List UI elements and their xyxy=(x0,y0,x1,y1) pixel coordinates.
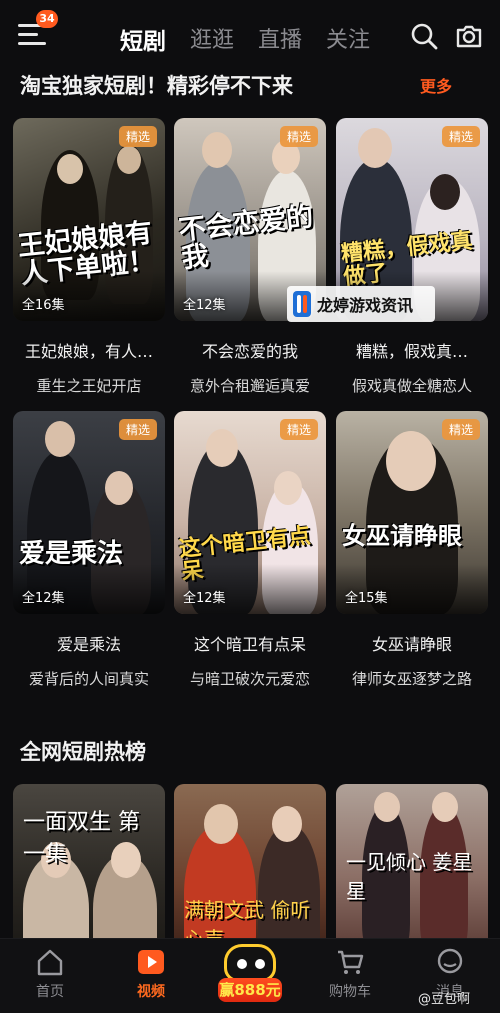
episode-count: 全15集 xyxy=(345,591,388,606)
hot-list-poster[interactable]: 满朝文武 偷听心声 xyxy=(174,784,326,954)
nav-home[interactable]: 首页 xyxy=(10,939,90,1001)
top-tabs: 短剧 逛逛 直播 关注 xyxy=(120,22,370,56)
nav-cart[interactable]: 购物车 xyxy=(310,939,390,1001)
credit-watermark: @豆包啊 xyxy=(418,992,471,1007)
nav-label: 购物车 xyxy=(329,984,371,1000)
episode-count: 全12集 xyxy=(22,591,65,606)
episode-count: 全16集 xyxy=(22,298,65,313)
pick-badge: 精选 xyxy=(279,419,318,440)
play-icon xyxy=(138,950,164,974)
hot-list-poster[interactable]: 一见倾心 姜星星 xyxy=(336,784,488,954)
card-title: 不会恋爱的我 xyxy=(201,342,298,361)
card-title: 爱是乘法 xyxy=(56,635,121,654)
cart-icon xyxy=(338,950,364,974)
drama-card[interactable]: 王妃娘娘有人下单啦！ 精选 全16集 王妃娘娘，有人… 重生之王妃开店 xyxy=(13,118,165,396)
nav-label: 视频 xyxy=(137,984,165,1000)
promo-amount: 赢888元 xyxy=(218,978,282,1002)
tab-live[interactable]: 直播 xyxy=(258,22,302,56)
camera-icon[interactable] xyxy=(455,22,483,50)
home-icon xyxy=(37,949,63,976)
watermark-logo-icon xyxy=(293,291,311,317)
card-title: 这个暗卫有点呆 xyxy=(193,635,306,654)
drama-card[interactable]: 糟糕，假戏真做了 精选 糟糕，假戏真… 假戏真做全糖恋人 xyxy=(336,118,488,396)
card-title: 糟糕，假戏真… xyxy=(355,342,468,361)
hot-list-title: 全网短剧热榜 xyxy=(20,740,146,764)
more-link[interactable]: 更多 xyxy=(420,73,452,97)
card-subtitle: 意外合租邂逅真爱 xyxy=(189,377,310,395)
pick-badge: 精选 xyxy=(118,126,157,147)
section-title: 淘宝独家短剧！精彩停不下来 xyxy=(20,74,293,98)
episode-count: 全12集 xyxy=(183,298,226,313)
tab-short-drama[interactable]: 短剧 xyxy=(120,22,166,56)
card-title: 女巫请睁眼 xyxy=(371,635,452,654)
drama-poster: 爱是乘法 精选 全12集 xyxy=(13,411,165,614)
pick-badge: 精选 xyxy=(441,126,480,147)
episode-count: 全12集 xyxy=(183,591,226,606)
card-subtitle: 假戏真做全糖恋人 xyxy=(351,377,472,395)
drama-poster: 女巫请睁眼 精选 全15集 xyxy=(336,411,488,614)
poster-title-art: 一面双生 第一集 xyxy=(23,810,140,867)
card-title: 王妃娘娘，有人… xyxy=(24,342,153,361)
search-icon[interactable] xyxy=(410,22,438,50)
watermark: 龙婷游戏资讯 xyxy=(287,286,435,322)
card-subtitle: 律师女巫逐梦之路 xyxy=(351,670,472,688)
nav-video[interactable]: 视频 xyxy=(111,939,191,1001)
message-icon xyxy=(437,948,463,974)
pick-badge: 精选 xyxy=(441,419,480,440)
card-subtitle: 与暗卫破次元爱恋 xyxy=(189,670,310,688)
drama-card[interactable]: 不会恋爱的我 精选 全12集 不会恋爱的我 意外合租邂逅真爱 xyxy=(174,118,326,396)
hot-list-poster[interactable]: 一面双生 第一集 xyxy=(13,784,165,954)
tab-follow[interactable]: 关注 xyxy=(326,22,370,56)
poster-title-art: 一见倾心 姜星星 xyxy=(346,850,473,903)
top-bar: 34 短剧 逛逛 直播 关注 xyxy=(0,0,500,68)
nav-label: 首页 xyxy=(36,984,64,1000)
drama-card[interactable]: 爱是乘法 精选 全12集 爱是乘法 爱背后的人间真实 xyxy=(13,411,165,689)
drama-poster: 王妃娘娘有人下单啦！ 精选 全16集 xyxy=(13,118,165,321)
pick-badge: 精选 xyxy=(279,126,318,147)
tmall-cat-icon xyxy=(224,944,276,982)
poster-title-art: 女巫请睁眼 xyxy=(342,521,462,550)
notification-badge: 34 xyxy=(36,10,58,28)
drama-card[interactable]: 这个暗卫有点呆 精选 全12集 这个暗卫有点呆 与暗卫破次元爱恋 xyxy=(174,411,326,689)
drama-card[interactable]: 女巫请睁眼 精选 全15集 女巫请睁眼 律师女巫逐梦之路 xyxy=(336,411,488,689)
promo-button[interactable]: 赢888元 xyxy=(214,944,286,1006)
card-subtitle: 重生之王妃开店 xyxy=(36,377,142,395)
tab-browse[interactable]: 逛逛 xyxy=(190,22,234,56)
watermark-text: 龙婷游戏资讯 xyxy=(317,296,414,315)
drama-poster: 这个暗卫有点呆 精选 全12集 xyxy=(174,411,326,614)
pick-badge: 精选 xyxy=(118,419,157,440)
card-subtitle: 爱背后的人间真实 xyxy=(28,670,149,688)
